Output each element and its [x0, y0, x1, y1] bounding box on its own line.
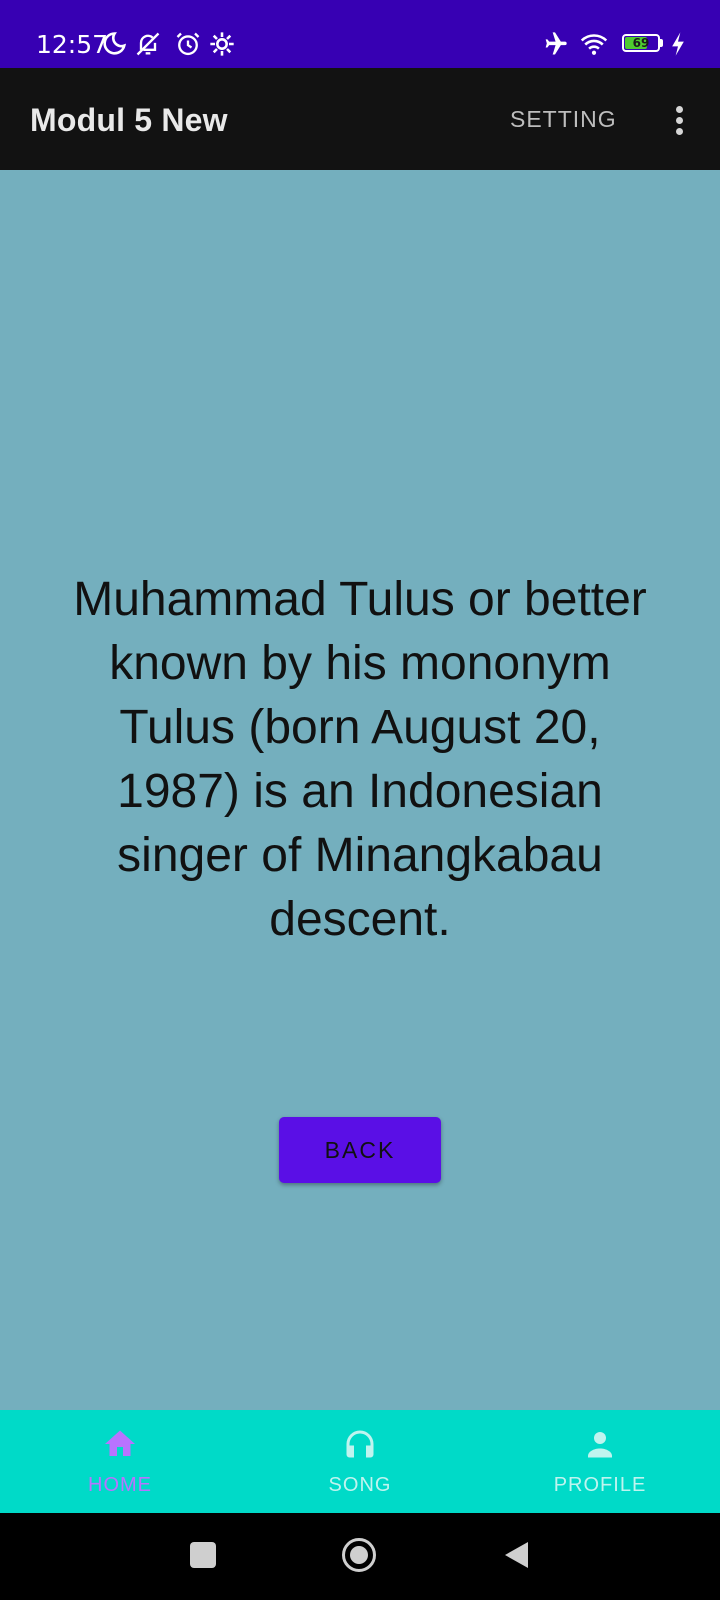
description-text: Muhammad Tulus or better known by his mo… [73, 573, 647, 946]
nav-label-home: HOME [88, 1474, 152, 1496]
system-navigation-bar [0, 1513, 720, 1600]
airplane-icon [541, 30, 569, 58]
wifi-icon [580, 30, 608, 58]
charging-icon [668, 30, 688, 58]
back-triangle-icon[interactable] [502, 1540, 530, 1570]
back-button[interactable]: BACK [279, 1117, 441, 1183]
home-circle-icon[interactable] [341, 1537, 377, 1573]
nav-item-home[interactable]: HOME [0, 1410, 240, 1513]
alarm-icon [174, 30, 202, 58]
setting-button[interactable]: SETTING [510, 104, 617, 134]
battery-level: 69 [632, 36, 650, 50]
moon-icon [100, 30, 128, 58]
home-icon [102, 1426, 138, 1462]
nav-item-profile[interactable]: PROFILE [480, 1410, 720, 1513]
gear-icon [208, 30, 236, 58]
app-title: Modul 5 New [30, 102, 228, 138]
bottom-navigation: HOME SONG PROFILE [0, 1410, 720, 1513]
more-vert-icon[interactable] [660, 100, 700, 140]
person-icon [582, 1426, 618, 1462]
notifications-off-icon [134, 30, 162, 58]
status-bar: 12:57 69 [0, 0, 720, 68]
status-time: 12:57 [36, 30, 109, 59]
app-bar: Modul 5 New SETTING [0, 68, 720, 170]
recents-icon[interactable] [190, 1542, 216, 1568]
app-screen: 12:57 69 Modul 5 New SETTING Muhammad Tu… [0, 0, 720, 1600]
battery-icon: 69 [622, 34, 664, 54]
nav-label-profile: PROFILE [553, 1474, 647, 1496]
headphones-icon [342, 1426, 378, 1462]
nav-item-song[interactable]: SONG [240, 1410, 480, 1513]
nav-label-song: SONG [328, 1474, 392, 1496]
